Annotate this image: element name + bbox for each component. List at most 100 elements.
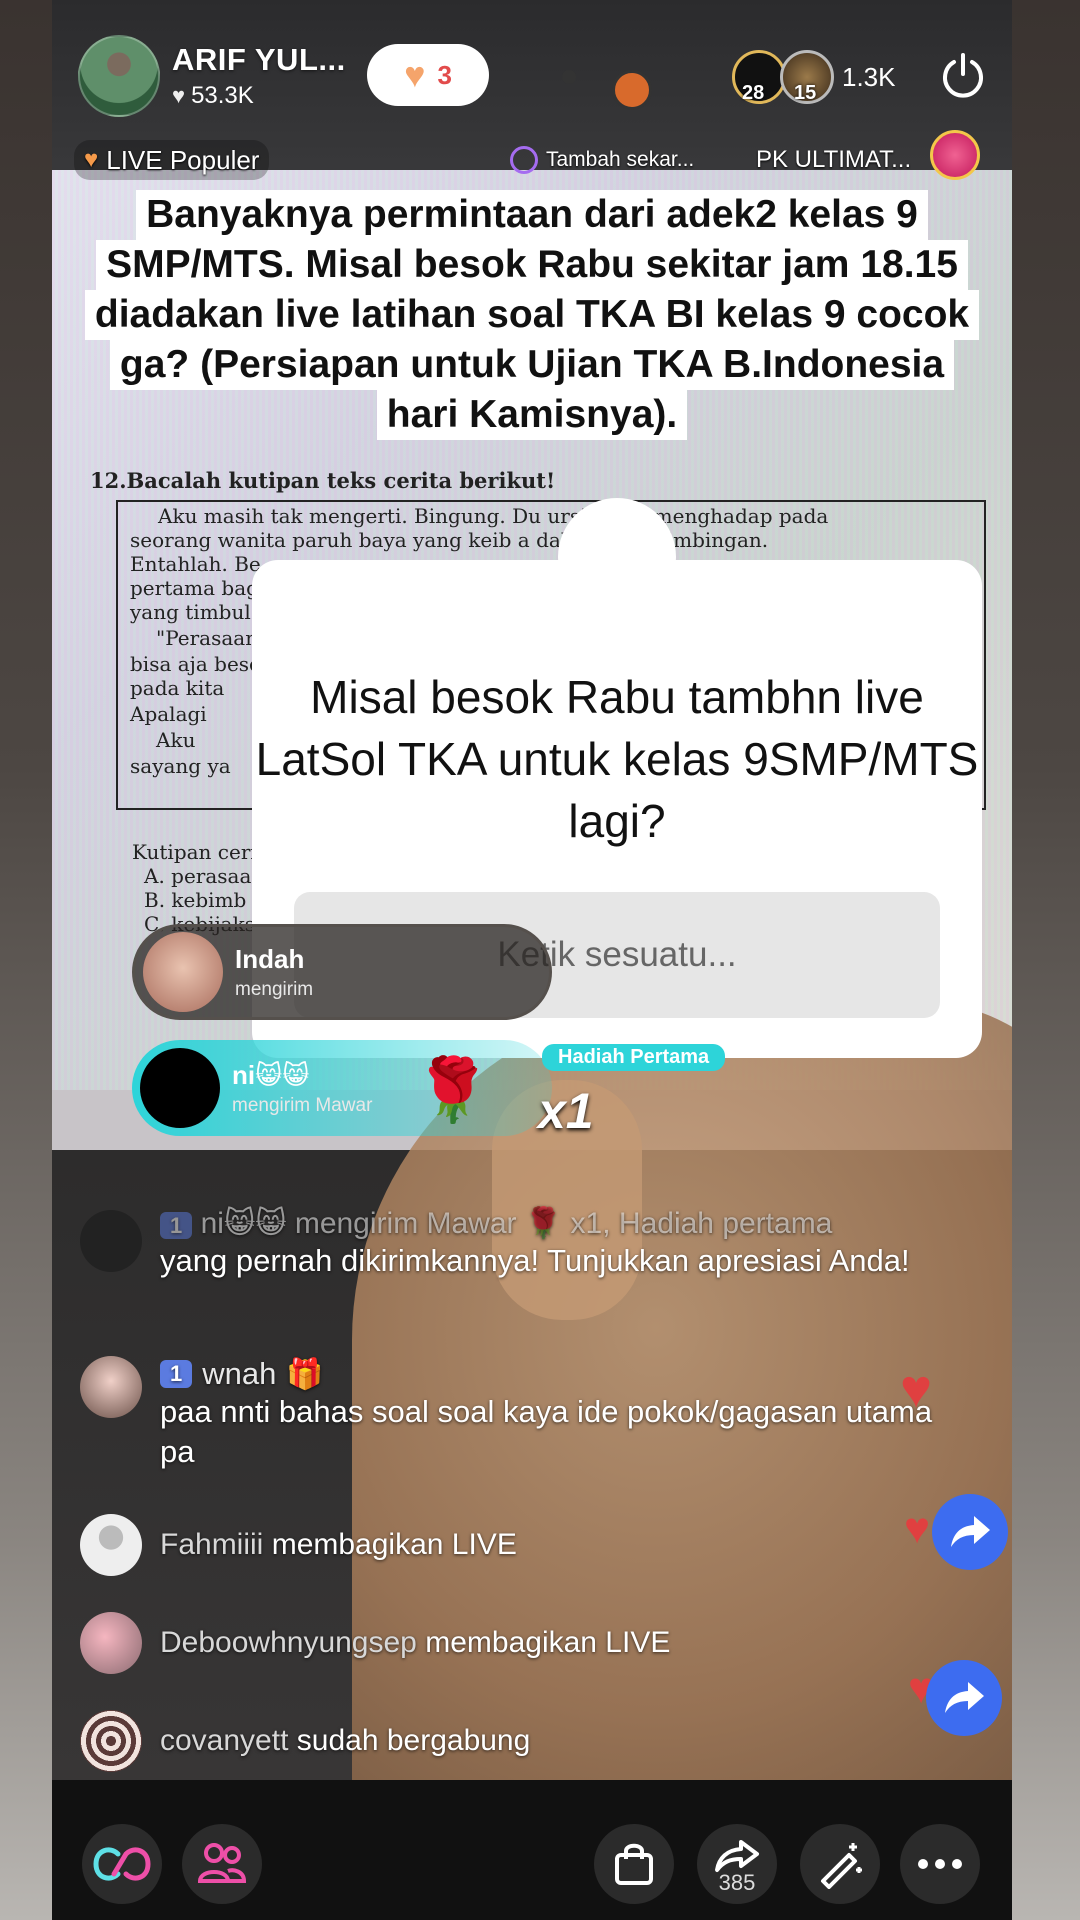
live-stream-stage: 12.Bacalah kutipan teks cerita berikut! … <box>52 0 1012 1920</box>
paper-line: "Perasaan <box>156 626 259 650</box>
host-name: ARIF YUL... <box>172 42 346 77</box>
join-notice: Fahmiiii membagikan LIVE <box>80 1514 950 1576</box>
heart-icon: ♥ <box>172 83 186 108</box>
comment-avatar[interactable] <box>80 1710 142 1772</box>
link-loop-icon <box>93 1847 151 1881</box>
collab-button[interactable] <box>82 1824 162 1904</box>
people-icon <box>197 1843 247 1883</box>
gift-action: mengirim <box>235 978 314 1000</box>
paper-line: pada kita <box>130 676 225 700</box>
viewer-count[interactable]: 1.3K <box>842 62 896 93</box>
join-text: Fahmiiii membagikan LIVE <box>160 1514 940 1576</box>
join-username[interactable]: Deboowhnyungsep <box>160 1626 417 1659</box>
viewer-rank-badge: 28 <box>742 82 765 104</box>
live-popular-tag[interactable]: ♥ LIVE Populer <box>74 140 270 180</box>
paper-line: sayang ya <box>130 754 231 778</box>
camera-lens <box>562 70 576 84</box>
share-count: 385 <box>718 1870 756 1895</box>
share-arrow-icon <box>945 1682 984 1713</box>
comment-header: 1 wnah 🎁 <box>160 1356 940 1392</box>
gift-box-icon: 🎁 <box>286 1357 324 1391</box>
announcement-line: ga? (Persiapan untuk Ujian TKA B.Indones… <box>109 340 955 390</box>
magic-wand-icon <box>821 1843 862 1889</box>
share-arrow-icon <box>951 1516 990 1547</box>
gift-first-tag: Hadiah Pertama <box>542 1044 726 1071</box>
floating-heart-icon: ♥ <box>900 1359 933 1419</box>
share-icon <box>715 1840 759 1872</box>
pk-label: PK ULTIMAT... <box>756 146 912 173</box>
paper-option: A. perasaa <box>144 864 252 888</box>
floating-heart-icon: ♥ <box>904 1504 931 1553</box>
gift-info: Indah mengirim <box>235 944 313 1001</box>
comment-username[interactable]: wnah <box>202 1356 276 1392</box>
goal-label: Tambah sekar... <box>546 148 695 171</box>
gift-info: ni😸😸 mengirim Mawar <box>232 1060 372 1117</box>
gifter-name: Indah <box>235 943 305 974</box>
shop-button[interactable] <box>594 1824 674 1904</box>
announcement-caption: Banyaknya permintaan dari adek2 kelas 9 … <box>52 190 1012 440</box>
gift-combo-count: x1 <box>538 1083 594 1139</box>
follow-button[interactable]: ♥ 3 <box>367 44 489 106</box>
host-likes: ♥ 53.3K <box>172 82 346 110</box>
magic-tools-button[interactable] <box>800 1824 880 1904</box>
left-backdrop <box>0 0 52 1920</box>
host-likes-count: 53.3K <box>191 82 254 109</box>
announcement-line: SMP/MTS. Misal besok Rabu sekitar jam 18… <box>96 240 968 290</box>
gifter-avatar[interactable] <box>140 1048 220 1128</box>
live-popular-label: LIVE Populer <box>106 144 260 175</box>
comment-message: paa nnti bahas soal soal kaya ide pokok/… <box>160 1394 933 1469</box>
comment-avatar[interactable] <box>80 1612 142 1674</box>
paper-option: B. kebimb <box>144 888 247 912</box>
announcement-line: Banyaknya permintaan dari adek2 kelas 9 <box>136 190 928 240</box>
paper-line: Kutipan ceri <box>132 840 257 864</box>
comment-system: 1 ni😸😸 mengirim Mawar 🌹 x1, Hadiah perta… <box>80 1206 950 1336</box>
announcement-line: diadakan live latihan soal TKA BI kelas … <box>84 290 980 340</box>
join-action: sudah bergabung <box>296 1724 531 1757</box>
share-live-button[interactable] <box>926 1660 1002 1736</box>
host-info: ARIF YUL... ♥ 53.3K <box>172 42 346 110</box>
power-icon[interactable] <box>938 50 988 100</box>
paper-line: yang timbul <box>130 600 251 624</box>
paper-line: bisa aja besc <box>130 652 261 676</box>
announcement-line: hari Kamisnya). <box>376 390 688 440</box>
pk-badge-icon[interactable] <box>930 130 980 180</box>
comment-avatar <box>80 1210 142 1272</box>
join-notice: covanyett sudah bergabung <box>80 1710 950 1772</box>
join-username[interactable]: covanyett <box>160 1724 288 1757</box>
camera-indicator <box>612 70 652 110</box>
gifter-name: ni😸😸 <box>232 1059 310 1090</box>
join-username[interactable]: Fahmiiii <box>160 1528 263 1561</box>
join-text: Deboowhnyungsep membagikan LIVE <box>160 1612 940 1674</box>
comment-faded-line: 1 ni😸😸 mengirim Mawar 🌹 x1, Hadiah perta… <box>160 1206 940 1241</box>
fire-heart-icon: ♥ <box>84 146 99 173</box>
target-icon <box>510 146 538 174</box>
paper-line: Apalagi <box>130 702 207 726</box>
comment-avatar[interactable] <box>80 1356 142 1418</box>
pk-battle-tag[interactable]: PK ULTIMAT... <box>756 140 911 180</box>
rose-gift-icon: 🌹 <box>414 1056 492 1125</box>
paper-line: pertama bag <box>130 576 259 600</box>
share-button[interactable]: 385 <box>697 1824 777 1904</box>
comment-avatar[interactable] <box>80 1514 142 1576</box>
paper-question: 12.Bacalah kutipan teks cerita berikut! <box>90 468 556 493</box>
comment-item[interactable]: 1 wnah 🎁 paa nnti bahas soal soal kaya i… <box>80 1356 950 1469</box>
gifter-avatar[interactable] <box>143 932 223 1012</box>
follow-count: 3 <box>437 59 452 90</box>
comment-body: 1 ni😸😸 mengirim Mawar 🌹 x1, Hadiah perta… <box>160 1206 940 1281</box>
goal-tag[interactable]: Tambah sekar... <box>510 140 694 180</box>
host-profile[interactable]: ARIF YUL... ♥ 53.3K <box>78 35 346 117</box>
paper-line: Entahlah. Be <box>130 552 261 576</box>
share-live-button[interactable] <box>932 1494 1008 1570</box>
gift-banner[interactable]: Indah mengirim <box>132 924 552 1020</box>
right-backdrop <box>1012 0 1080 1920</box>
level-badge: 1 <box>160 1212 193 1239</box>
guests-button[interactable] <box>182 1824 262 1904</box>
more-options-button[interactable] <box>900 1824 980 1904</box>
level-badge: 1 <box>160 1360 193 1388</box>
join-action: membagikan LIVE <box>425 1626 671 1659</box>
comment-body: 1 wnah 🎁 paa nnti bahas soal soal kaya i… <box>160 1356 940 1472</box>
host-avatar[interactable] <box>78 35 160 117</box>
join-notice: Deboowhnyungsep membagikan LIVE <box>80 1612 950 1674</box>
paper-line: Aku masih tak mengerti. Bingung. Du ursi… <box>158 504 829 528</box>
question-text: Misal besok Rabu tambhn live LatSol TKA … <box>255 671 979 847</box>
